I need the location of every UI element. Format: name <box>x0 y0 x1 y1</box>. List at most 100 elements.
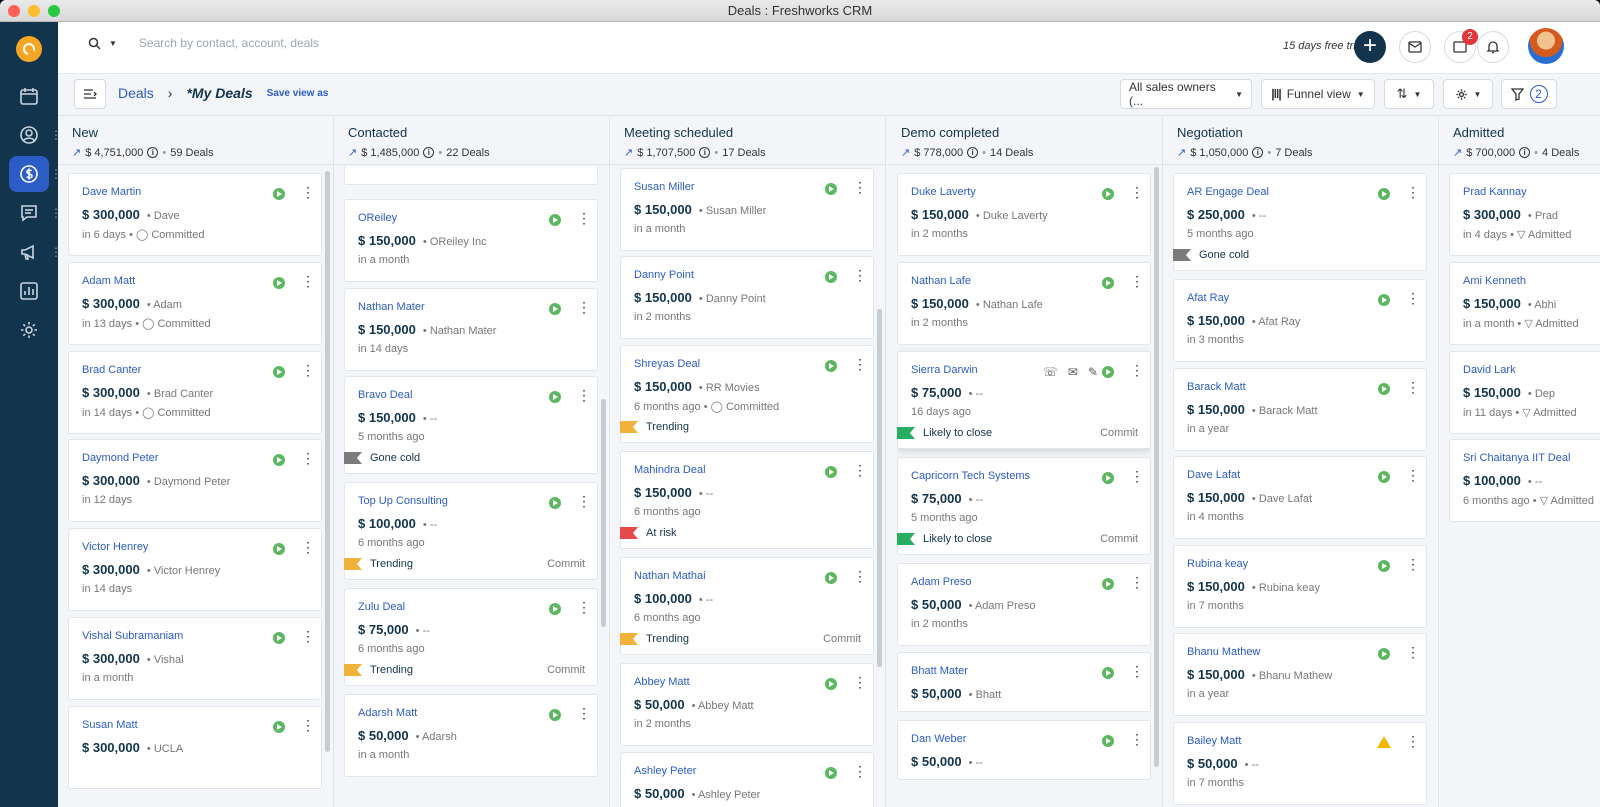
next-activity-icon[interactable] <box>825 466 837 478</box>
deal-name-link[interactable]: Ami Kenneth <box>1463 275 1526 287</box>
more-options-icon[interactable]: ⋮ <box>1406 557 1420 571</box>
more-options-icon[interactable]: ⋮ <box>853 764 867 778</box>
more-options-icon[interactable]: ⋮ <box>577 300 591 314</box>
more-options-icon[interactable]: ⋮ <box>1406 380 1420 394</box>
deal-name-link[interactable]: Shreyas Deal <box>634 358 700 370</box>
deal-name-link[interactable]: Ashley Peter <box>634 765 696 777</box>
next-activity-icon[interactable] <box>549 214 561 226</box>
deal-card[interactable]: Zulu Deal ⋮ $ 75,000 • -- 6 months ago Trend… <box>344 588 598 686</box>
deal-card[interactable]: Nathan Mater ⋮ $ 150,000 • Nathan Mater in … <box>344 288 598 371</box>
next-activity-icon[interactable] <box>825 572 837 584</box>
more-options-icon[interactable]: ⋮ <box>1130 732 1144 746</box>
maximize-window-button[interactable] <box>48 5 60 17</box>
next-activity-icon[interactable] <box>273 721 285 733</box>
deal-card[interactable]: Sri Chaitanya IIT Deal⋮$ 100,000 • --6 m… <box>1449 439 1600 522</box>
deal-name-link[interactable]: Sierra Darwin <box>911 364 978 376</box>
contacts-icon[interactable] <box>9 117 49 153</box>
next-activity-icon[interactable] <box>1378 294 1390 306</box>
commit-status[interactable]: Commit <box>547 558 585 570</box>
next-activity-icon[interactable] <box>1102 735 1114 747</box>
next-activity-icon[interactable] <box>825 767 837 779</box>
next-activity-icon[interactable] <box>549 391 561 403</box>
email-button[interactable] <box>1399 31 1431 63</box>
close-window-button[interactable] <box>8 5 20 17</box>
deal-name-link[interactable]: Prad Kannay <box>1463 186 1527 198</box>
sort-dropdown[interactable]: ⇅ ▼ <box>1384 79 1434 109</box>
deal-card[interactable]: Bravo Deal ⋮ $ 150,000 • -- 5 months ago Gon… <box>344 376 598 474</box>
deal-card[interactable]: Adam Matt ⋮ $ 300,000 • Adam in 13 days • ◯… <box>68 262 322 345</box>
deal-card[interactable]: Dan Weber ⋮ $ 50,000 • -- <box>897 720 1151 780</box>
deal-name-link[interactable]: Rubina keay <box>1187 558 1248 570</box>
notifications-button[interactable]: 2 <box>1444 29 1478 63</box>
phone-icon[interactable]: ☏ <box>1043 365 1058 379</box>
more-options-icon[interactable]: ⋮ <box>1130 469 1144 483</box>
global-search[interactable]: ▼ Search by contact, account, deals <box>88 36 319 50</box>
next-activity-icon[interactable] <box>273 454 285 466</box>
deal-card[interactable]: Sierra Darwin ⋮ $ 75,000 • -- 16 days ago ☏… <box>897 351 1151 449</box>
deal-card[interactable]: Abbey Matt ⋮ $ 50,000 • Abbey Matt in 2 mon… <box>620 663 874 746</box>
info-icon[interactable]: i <box>147 147 159 158</box>
deal-name-link[interactable]: Mahindra Deal <box>634 464 706 476</box>
next-activity-icon[interactable] <box>549 497 561 509</box>
next-activity-icon[interactable] <box>273 543 285 555</box>
next-activity-icon[interactable] <box>1378 383 1390 395</box>
deal-card[interactable]: Ami Kenneth⋮$ 150,000 • Abhiin a month •… <box>1449 262 1600 345</box>
deal-name-link[interactable]: Bhanu Mathew <box>1187 646 1260 658</box>
mail-icon[interactable]: ✉ <box>1068 365 1078 379</box>
deal-name-link[interactable]: Abbey Matt <box>634 676 690 688</box>
quick-add-button[interactable]: + <box>1354 31 1386 63</box>
deal-name-link[interactable]: Afat Ray <box>1187 292 1229 304</box>
more-options-icon[interactable]: ⋮ <box>1130 664 1144 678</box>
more-options-icon[interactable]: ⋮ <box>577 706 591 720</box>
more-options-icon[interactable]: ⋮ <box>1130 185 1144 199</box>
commit-status[interactable]: Commit <box>823 633 861 645</box>
deal-name-link[interactable]: OReiley <box>358 212 397 224</box>
next-activity-icon[interactable] <box>273 366 285 378</box>
more-options-icon[interactable]: ⋮ <box>301 718 315 732</box>
deal-name-link[interactable]: Danny Point <box>634 269 694 281</box>
deal-card[interactable]: Bailey Matt ⋮ $ 50,000 • -- in 7 months <box>1173 722 1427 805</box>
next-activity-icon[interactable] <box>1378 471 1390 483</box>
info-icon[interactable]: i <box>1252 147 1264 158</box>
deal-name-link[interactable]: Adarsh Matt <box>358 707 417 719</box>
commit-status[interactable]: Commit <box>1100 533 1138 545</box>
deal-card[interactable]: Danny Point ⋮ $ 150,000 • Danny Point in 2 … <box>620 256 874 339</box>
next-activity-icon[interactable] <box>1102 277 1114 289</box>
next-activity-icon[interactable] <box>825 360 837 372</box>
deal-card[interactable]: Susan Matt ⋮ $ 300,000 • UCLA <box>68 706 322 789</box>
column-scrollbar[interactable] <box>1154 167 1159 767</box>
more-options-icon[interactable]: ⋮ <box>577 600 591 614</box>
more-options-icon[interactable]: ⋮ <box>577 388 591 402</box>
deal-name-link[interactable]: Susan Matt <box>82 719 138 731</box>
more-options-icon[interactable]: ⋮ <box>853 180 867 194</box>
more-options-icon[interactable]: ⋮ <box>301 274 315 288</box>
deal-card[interactable]: Top Up Consulting ⋮ $ 100,000 • -- 6 months… <box>344 482 598 580</box>
deal-name-link[interactable]: Bhatt Mater <box>911 665 968 677</box>
deal-card[interactable]: AR Engage Deal ⋮ $ 250,000 • -- 5 months ag… <box>1173 173 1427 271</box>
user-avatar[interactable] <box>1528 28 1564 64</box>
alerts-button[interactable] <box>1477 31 1509 63</box>
next-activity-icon[interactable] <box>273 188 285 200</box>
deal-card[interactable]: Daymond Peter ⋮ $ 300,000 • Daymond Peter i… <box>68 439 322 522</box>
next-activity-icon[interactable] <box>549 303 561 315</box>
board-settings-dropdown[interactable]: ▼ <box>1443 79 1493 109</box>
deal-name-link[interactable]: Susan Miller <box>634 181 695 193</box>
more-options-icon[interactable]: ⋮ <box>853 463 867 477</box>
deal-card[interactable]: Rubina keay ⋮ $ 150,000 • Rubina keay in 7 … <box>1173 545 1427 628</box>
deal-card[interactable]: Nathan Mathai ⋮ $ 100,000 • -- 6 months ago… <box>620 557 874 655</box>
deal-name-link[interactable]: Nathan Lafe <box>911 275 971 287</box>
next-activity-icon[interactable] <box>1102 578 1114 590</box>
next-activity-icon[interactable] <box>1378 560 1390 572</box>
deal-card[interactable]: Victor Henrey ⋮ $ 300,000 • Victor Henrey i… <box>68 528 322 611</box>
more-options-icon[interactable]: ⋮ <box>301 185 315 199</box>
more-options-icon[interactable]: ⋮ <box>1406 645 1420 659</box>
settings-icon[interactable] <box>9 312 49 348</box>
more-options-icon[interactable]: ⋮ <box>301 451 315 465</box>
deal-card[interactable]: Bhanu Mathew ⋮ $ 150,000 • Bhanu Mathew in … <box>1173 633 1427 716</box>
next-activity-icon[interactable] <box>273 632 285 644</box>
deal-card[interactable]: Prad Kannay⋮$ 300,000 • Pradin 4 days • … <box>1449 173 1600 256</box>
commit-status[interactable]: Commit <box>1100 427 1138 439</box>
more-options-icon[interactable]: ⋮ <box>853 357 867 371</box>
next-activity-icon[interactable] <box>549 603 561 615</box>
deal-card[interactable]: David Lark⋮$ 150,000 • Depin 11 days • ▽… <box>1449 351 1600 434</box>
